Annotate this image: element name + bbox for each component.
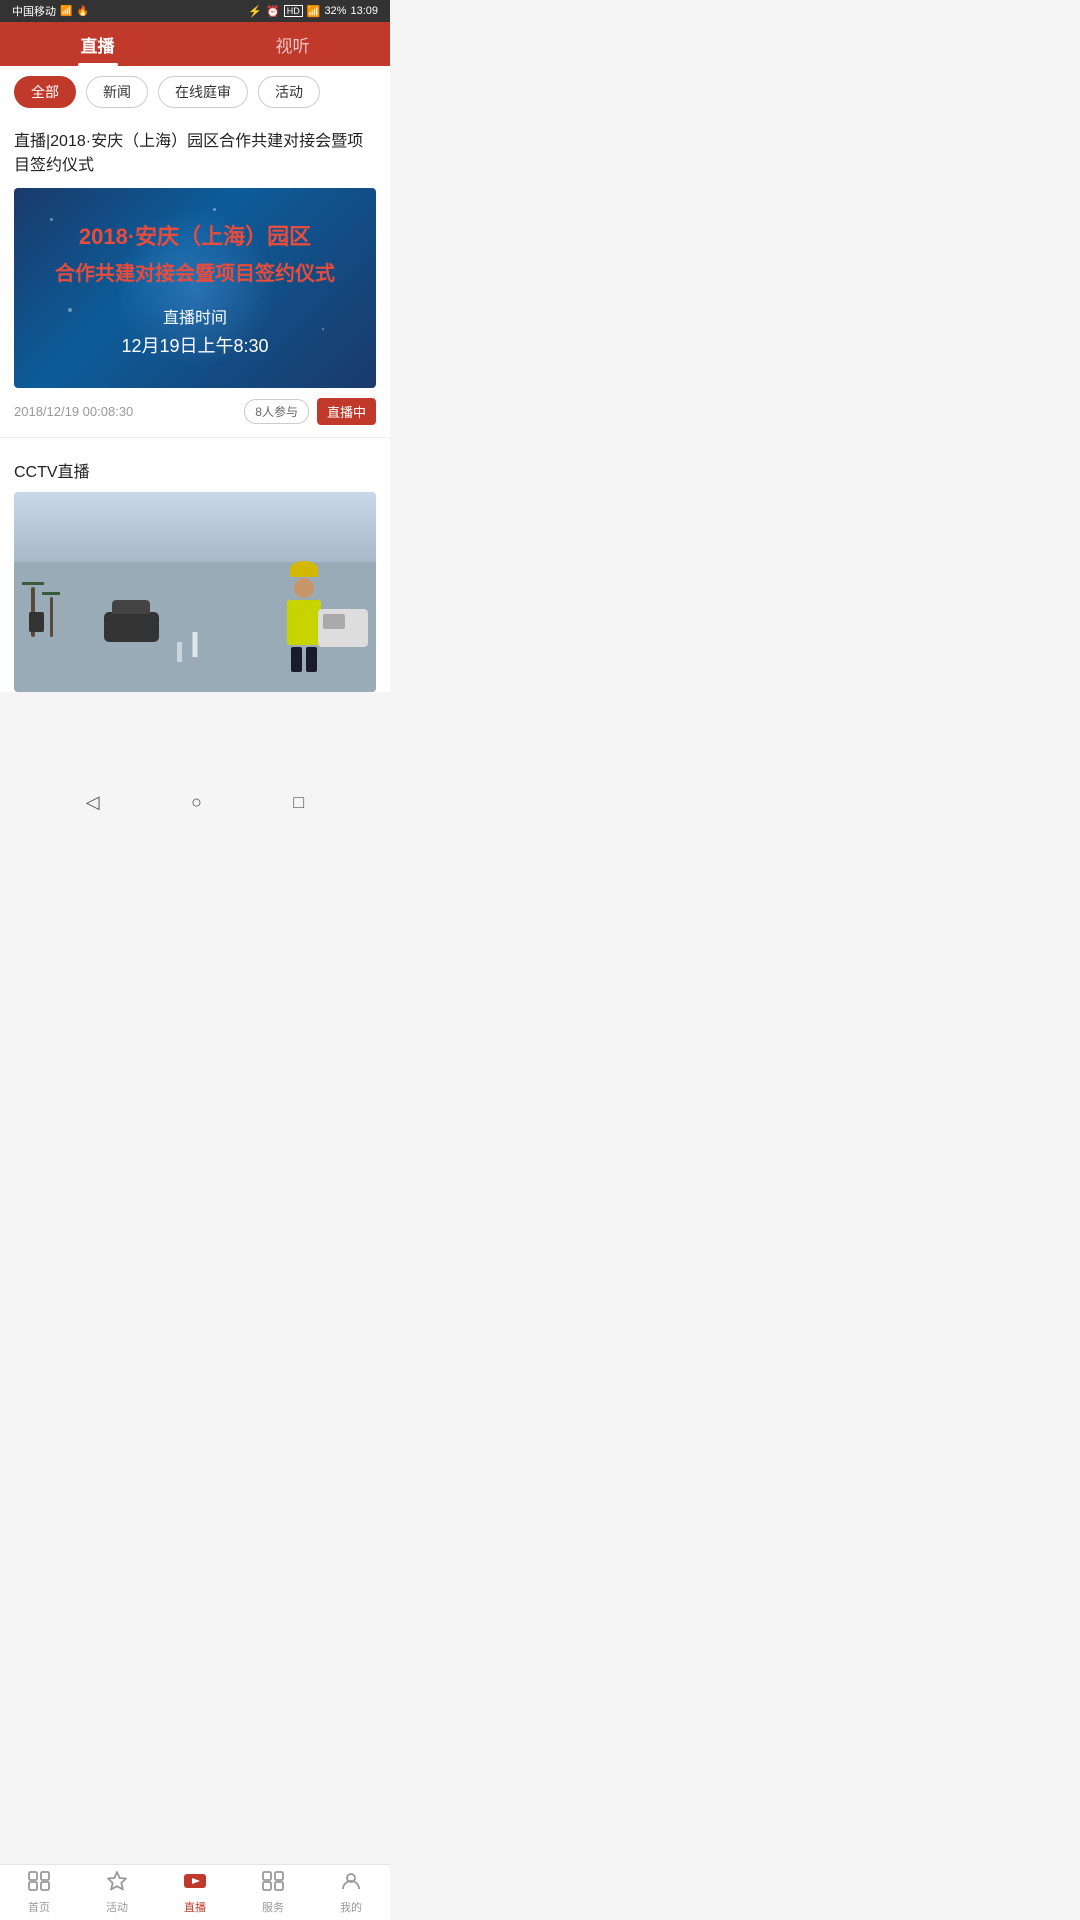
live-status-badge[interactable]: 直播中 — [317, 398, 376, 425]
article-date: 2018/12/19 00:08:30 — [14, 404, 133, 419]
battery-text: 32% — [324, 5, 346, 17]
status-left: 中国移动 📶 🔥 — [12, 3, 89, 19]
banner-time-label: 直播时间 — [55, 304, 335, 328]
nav-home-label: 首页 — [28, 1899, 50, 1915]
header-tabs: 直播 视听 — [0, 22, 390, 66]
cctv-banner[interactable] — [14, 492, 376, 692]
filter-event[interactable]: 活动 — [258, 76, 320, 108]
carrier-text: 中国移动 — [12, 3, 56, 19]
cctv-title: CCTV直播 — [14, 458, 376, 482]
road-marking2 — [177, 642, 182, 662]
live-icon — [182, 1870, 208, 1896]
car-dark — [104, 612, 159, 642]
bottom-spacer — [0, 692, 390, 784]
nav-mine-label: 我的 — [340, 1899, 362, 1915]
events-icon — [106, 1870, 128, 1896]
bluetooth-icon: ⚡ — [248, 5, 262, 18]
home-button[interactable]: ○ — [191, 792, 202, 813]
recents-button[interactable]: □ — [293, 792, 304, 813]
filter-all[interactable]: 全部 — [14, 76, 76, 108]
system-nav: ◁ ○ □ — [0, 784, 390, 820]
banner-title-line1: 2018·安庆（上海）园区 — [55, 219, 335, 251]
filter-bar: 全部 新闻 在线庭审 活动 — [0, 66, 390, 118]
nav-home[interactable]: 首页 — [0, 1865, 78, 1920]
participants-badge: 8人参与 — [244, 399, 309, 424]
bottom-nav: 首页 活动 直播 服务 — [0, 1864, 390, 1920]
nav-events-label: 活动 — [106, 1899, 128, 1915]
motorcycle — [29, 612, 44, 632]
filter-court[interactable]: 在线庭审 — [158, 76, 248, 108]
cctv-section[interactable]: CCTV直播 — [0, 446, 390, 692]
carrier-icon2: 🔥 — [76, 6, 88, 17]
wifi-icon: 📶 — [307, 5, 321, 18]
worker-figure — [287, 561, 321, 672]
tree-decoration2 — [42, 592, 60, 637]
article-actions: 8人参与 直播中 — [244, 398, 376, 425]
services-icon — [261, 1870, 285, 1896]
hd-icon: HD — [284, 5, 303, 17]
article-banner[interactable]: 2018·安庆（上海）园区 合作共建对接会暨项目签约仪式 直播时间 12月19日… — [14, 188, 376, 388]
tab-media[interactable]: 视听 — [195, 22, 390, 66]
tab-live[interactable]: 直播 — [0, 22, 195, 66]
nav-services[interactable]: 服务 — [234, 1865, 312, 1920]
filter-news[interactable]: 新闻 — [86, 76, 148, 108]
back-button[interactable]: ◁ — [86, 792, 100, 813]
status-bar: 中国移动 📶 🔥 ⚡ ⏰ HD 📶 32% 13:09 — [0, 0, 390, 22]
time-text: 13:09 — [350, 5, 378, 17]
nav-mine[interactable]: 我的 — [312, 1865, 390, 1920]
sky-bg — [14, 492, 376, 562]
article-meta: 2018/12/19 00:08:30 8人参与 直播中 — [14, 388, 376, 437]
nav-events[interactable]: 活动 — [78, 1865, 156, 1920]
banner-title-line2: 合作共建对接会暨项目签约仪式 — [55, 257, 335, 286]
status-right: ⚡ ⏰ HD 📶 32% 13:09 — [248, 5, 378, 18]
road-marking — [193, 632, 198, 657]
banner-content: 2018·安庆（上海）园区 合作共建对接会暨项目签约仪式 直播时间 12月19日… — [45, 209, 345, 368]
article-card-1[interactable]: 直播|2018·安庆（上海）园区合作共建对接会暨项目签约仪式 2018·安庆（上… — [0, 118, 390, 438]
carrier-icon: 📶 — [60, 6, 72, 17]
truck-vehicle — [318, 609, 368, 647]
home-icon — [27, 1870, 51, 1896]
banner-time-value: 12月19日上午8:30 — [55, 332, 335, 358]
nav-services-label: 服务 — [262, 1899, 284, 1915]
nav-live-label: 直播 — [184, 1899, 206, 1915]
article-title: 直播|2018·安庆（上海）园区合作共建对接会暨项目签约仪式 — [14, 130, 376, 178]
alarm-icon: ⏰ — [266, 5, 280, 18]
mine-icon — [340, 1870, 362, 1896]
content-area: 直播|2018·安庆（上海）园区合作共建对接会暨项目签约仪式 2018·安庆（上… — [0, 118, 390, 692]
nav-live[interactable]: 直播 — [156, 1865, 234, 1920]
